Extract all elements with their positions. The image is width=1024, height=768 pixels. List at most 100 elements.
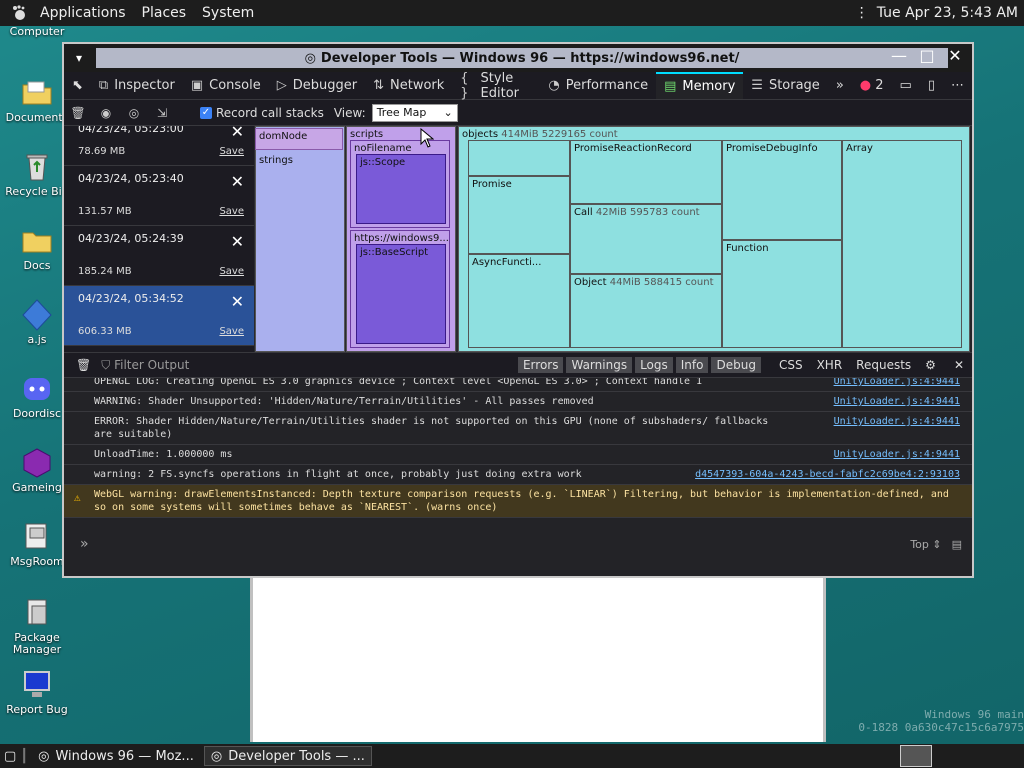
folder-icon — [22, 232, 52, 253]
snapshot-item-selected[interactable]: 04/23/24, 05:34:52 ✕ 606.33 MB Save — [64, 286, 254, 346]
snapshot-item[interactable]: 04/23/24, 05:23:40 ✕ 131.57 MB Save — [64, 166, 254, 226]
responsive-design-icon[interactable]: ▯ — [920, 72, 943, 99]
error-count-badge[interactable]: ● 2 — [852, 72, 892, 99]
filter-requests-button[interactable]: Requests — [856, 358, 911, 372]
firefox-icon: ◎ — [210, 748, 223, 764]
clock[interactable]: Tue Apr 23, 5:43 AM — [877, 5, 1018, 21]
menu-places[interactable]: Places — [134, 5, 195, 21]
record-call-stacks-checkbox[interactable]: ✓ Record call stacks — [200, 106, 324, 120]
chevron-right-icon: » — [80, 536, 89, 552]
treemap-cell[interactable]: Object 44MiB 588415 count — [570, 274, 722, 348]
treemap-cell[interactable]: domNode — [255, 128, 343, 150]
window-title-area[interactable]: ◎ Developer Tools — Windows 96 — https:/… — [96, 48, 948, 68]
message-source-link[interactable]: UnityLoader.js:4:9441 — [834, 395, 960, 408]
message-source-link[interactable]: UnityLoader.js:4:9441 — [834, 415, 960, 428]
delete-snapshot-icon[interactable]: ✕ — [231, 126, 244, 141]
snapshot-size: 131.57 MB — [78, 206, 132, 217]
treemap-cell[interactable]: js::Scope — [356, 154, 446, 224]
sidebar-toggle-icon[interactable]: ▤ — [952, 538, 962, 551]
filter-info-button[interactable]: Info — [675, 357, 709, 373]
save-snapshot-link[interactable]: Save — [219, 206, 244, 217]
tab-memory[interactable]: ▤ Memory — [656, 72, 744, 99]
tab-storage[interactable]: ☰ Storage — [743, 72, 828, 99]
split-console-icon[interactable]: ▭ — [892, 72, 920, 99]
gear-icon[interactable]: ⚙ — [925, 358, 936, 372]
kebab-menu-icon[interactable]: ⋮ — [855, 5, 869, 21]
snapshot-item[interactable]: 04/23/24, 05:23:00 ✕ 78.69 MB Save — [64, 126, 254, 166]
delete-snapshot-icon[interactable]: ✕ — [231, 232, 244, 251]
treemap-cell[interactable]: js::BaseScript — [356, 244, 446, 344]
take-snapshot-icon[interactable]: ◉ — [92, 106, 120, 120]
tab-performance[interactable]: ◔ Performance — [540, 72, 656, 99]
context-selector[interactable]: Top ⇕ — [910, 538, 941, 551]
treemap-cell[interactable]: PromiseReactionRecord — [570, 140, 722, 204]
save-snapshot-link[interactable]: Save — [219, 266, 244, 277]
treemap-cell[interactable]: AsyncFuncti... — [468, 254, 570, 348]
firefox-icon: ◎ — [304, 50, 316, 66]
gnome-foot-icon[interactable] — [10, 4, 28, 22]
desktop-icon-package-manager[interactable]: Package Manager — [0, 596, 74, 656]
title-bar[interactable]: ▾ ◎ Developer Tools — Windows 96 — https… — [64, 44, 972, 72]
maximize-icon[interactable]: □ — [916, 46, 938, 65]
save-snapshot-link[interactable]: Save — [219, 146, 244, 157]
show-desktop-icon[interactable]: ▢ — [4, 749, 16, 764]
task-devtools[interactable]: ◎ Developer Tools — ... — [203, 746, 372, 766]
console-input[interactable]: » Top ⇕ ▤ — [64, 528, 972, 576]
import-snapshot-icon[interactable]: ⇲ — [148, 106, 176, 120]
close-split-console-icon[interactable]: ✕ — [954, 358, 964, 372]
desktop-icon-label: Computer — [9, 25, 65, 38]
delete-snapshot-icon[interactable]: ✕ — [231, 292, 244, 311]
task-browser[interactable]: ◎ Windows 96 — Moz... — [32, 746, 200, 766]
tab-label: Inspector — [114, 78, 175, 93]
filter-errors-button[interactable]: Errors — [517, 357, 564, 373]
view-select[interactable]: Tree Map ⌄ — [371, 103, 458, 122]
filter-xhr-button[interactable]: XHR — [817, 358, 843, 372]
tab-label: Storage — [768, 78, 820, 93]
menu-system[interactable]: System — [194, 5, 262, 21]
treemap-cell[interactable]: Call 42MiB 595783 count — [570, 204, 722, 274]
treemap-cell[interactable]: Function — [722, 240, 842, 348]
cell-meta: 42MiB 595783 count — [595, 207, 700, 218]
network-icon: ⇅ — [373, 78, 385, 93]
tab-console[interactable]: ▣ Console — [183, 72, 269, 99]
bug-report-icon — [24, 671, 50, 697]
filter-logs-button[interactable]: Logs — [635, 357, 673, 373]
tab-style-editor[interactable]: { } Style Editor — [452, 71, 540, 101]
clear-snapshots-icon[interactable]: 🗑 — [64, 106, 92, 120]
debugger-icon: ▷ — [276, 78, 287, 93]
save-snapshot-link[interactable]: Save — [219, 326, 244, 337]
memory-icon: ▤ — [664, 79, 677, 94]
treemap-cell[interactable]: PromiseDebugInfo — [722, 140, 842, 240]
tab-network[interactable]: ⇅ Network — [365, 72, 452, 99]
close-icon[interactable]: ✕ — [944, 46, 966, 65]
tab-inspector[interactable]: ⧉ Inspector — [91, 72, 183, 99]
cell-label: PromiseDebugInfo — [726, 143, 818, 154]
filter-warnings-button[interactable]: Warnings — [566, 357, 633, 373]
tab-debugger[interactable]: ▷ Debugger — [269, 72, 365, 99]
filter-debug-button[interactable]: Debug — [711, 357, 761, 373]
menu-applications[interactable]: Applications — [32, 5, 134, 21]
desktop-icon-computer[interactable]: Computer — [0, 26, 74, 38]
element-picker-icon[interactable]: ⬉ — [64, 72, 91, 99]
treemap-cell[interactable]: Promise — [468, 176, 570, 254]
filter-css-button[interactable]: CSS — [779, 358, 803, 372]
workspace-switcher[interactable] — [900, 745, 932, 767]
treemap-cell[interactable] — [468, 140, 570, 176]
options-menu-icon[interactable]: ⋯ — [943, 72, 972, 99]
record-allocations-icon[interactable]: ◎ — [120, 106, 148, 120]
clear-console-icon[interactable]: 🗑 — [76, 358, 91, 372]
more-tools-icon[interactable]: » — [828, 72, 852, 99]
message-source-link[interactable]: UnityLoader.js:4:9441 — [834, 378, 960, 388]
snapshot-item[interactable]: 04/23/24, 05:24:39 ✕ 185.24 MB Save — [64, 226, 254, 286]
mouse-cursor-icon — [420, 128, 434, 148]
message-source-link[interactable]: UnityLoader.js:4:9441 — [834, 448, 960, 461]
message-source-link[interactable]: d4547393-604a-4243-becd-fabfc2c69be4:2:9… — [695, 468, 960, 481]
minimize-icon[interactable]: — — [888, 46, 910, 65]
treemap-cell[interactable]: Array — [842, 140, 962, 348]
window-menu-icon[interactable]: ▾ — [64, 51, 94, 65]
desktop-icon-report-bug[interactable]: Report Bug — [0, 668, 74, 716]
console-icon: ▣ — [190, 78, 204, 93]
filter-input[interactable]: ⛉ Filter Output — [101, 358, 189, 373]
delete-snapshot-icon[interactable]: ✕ — [231, 172, 244, 191]
treemap-cell[interactable]: strings — [255, 126, 345, 352]
